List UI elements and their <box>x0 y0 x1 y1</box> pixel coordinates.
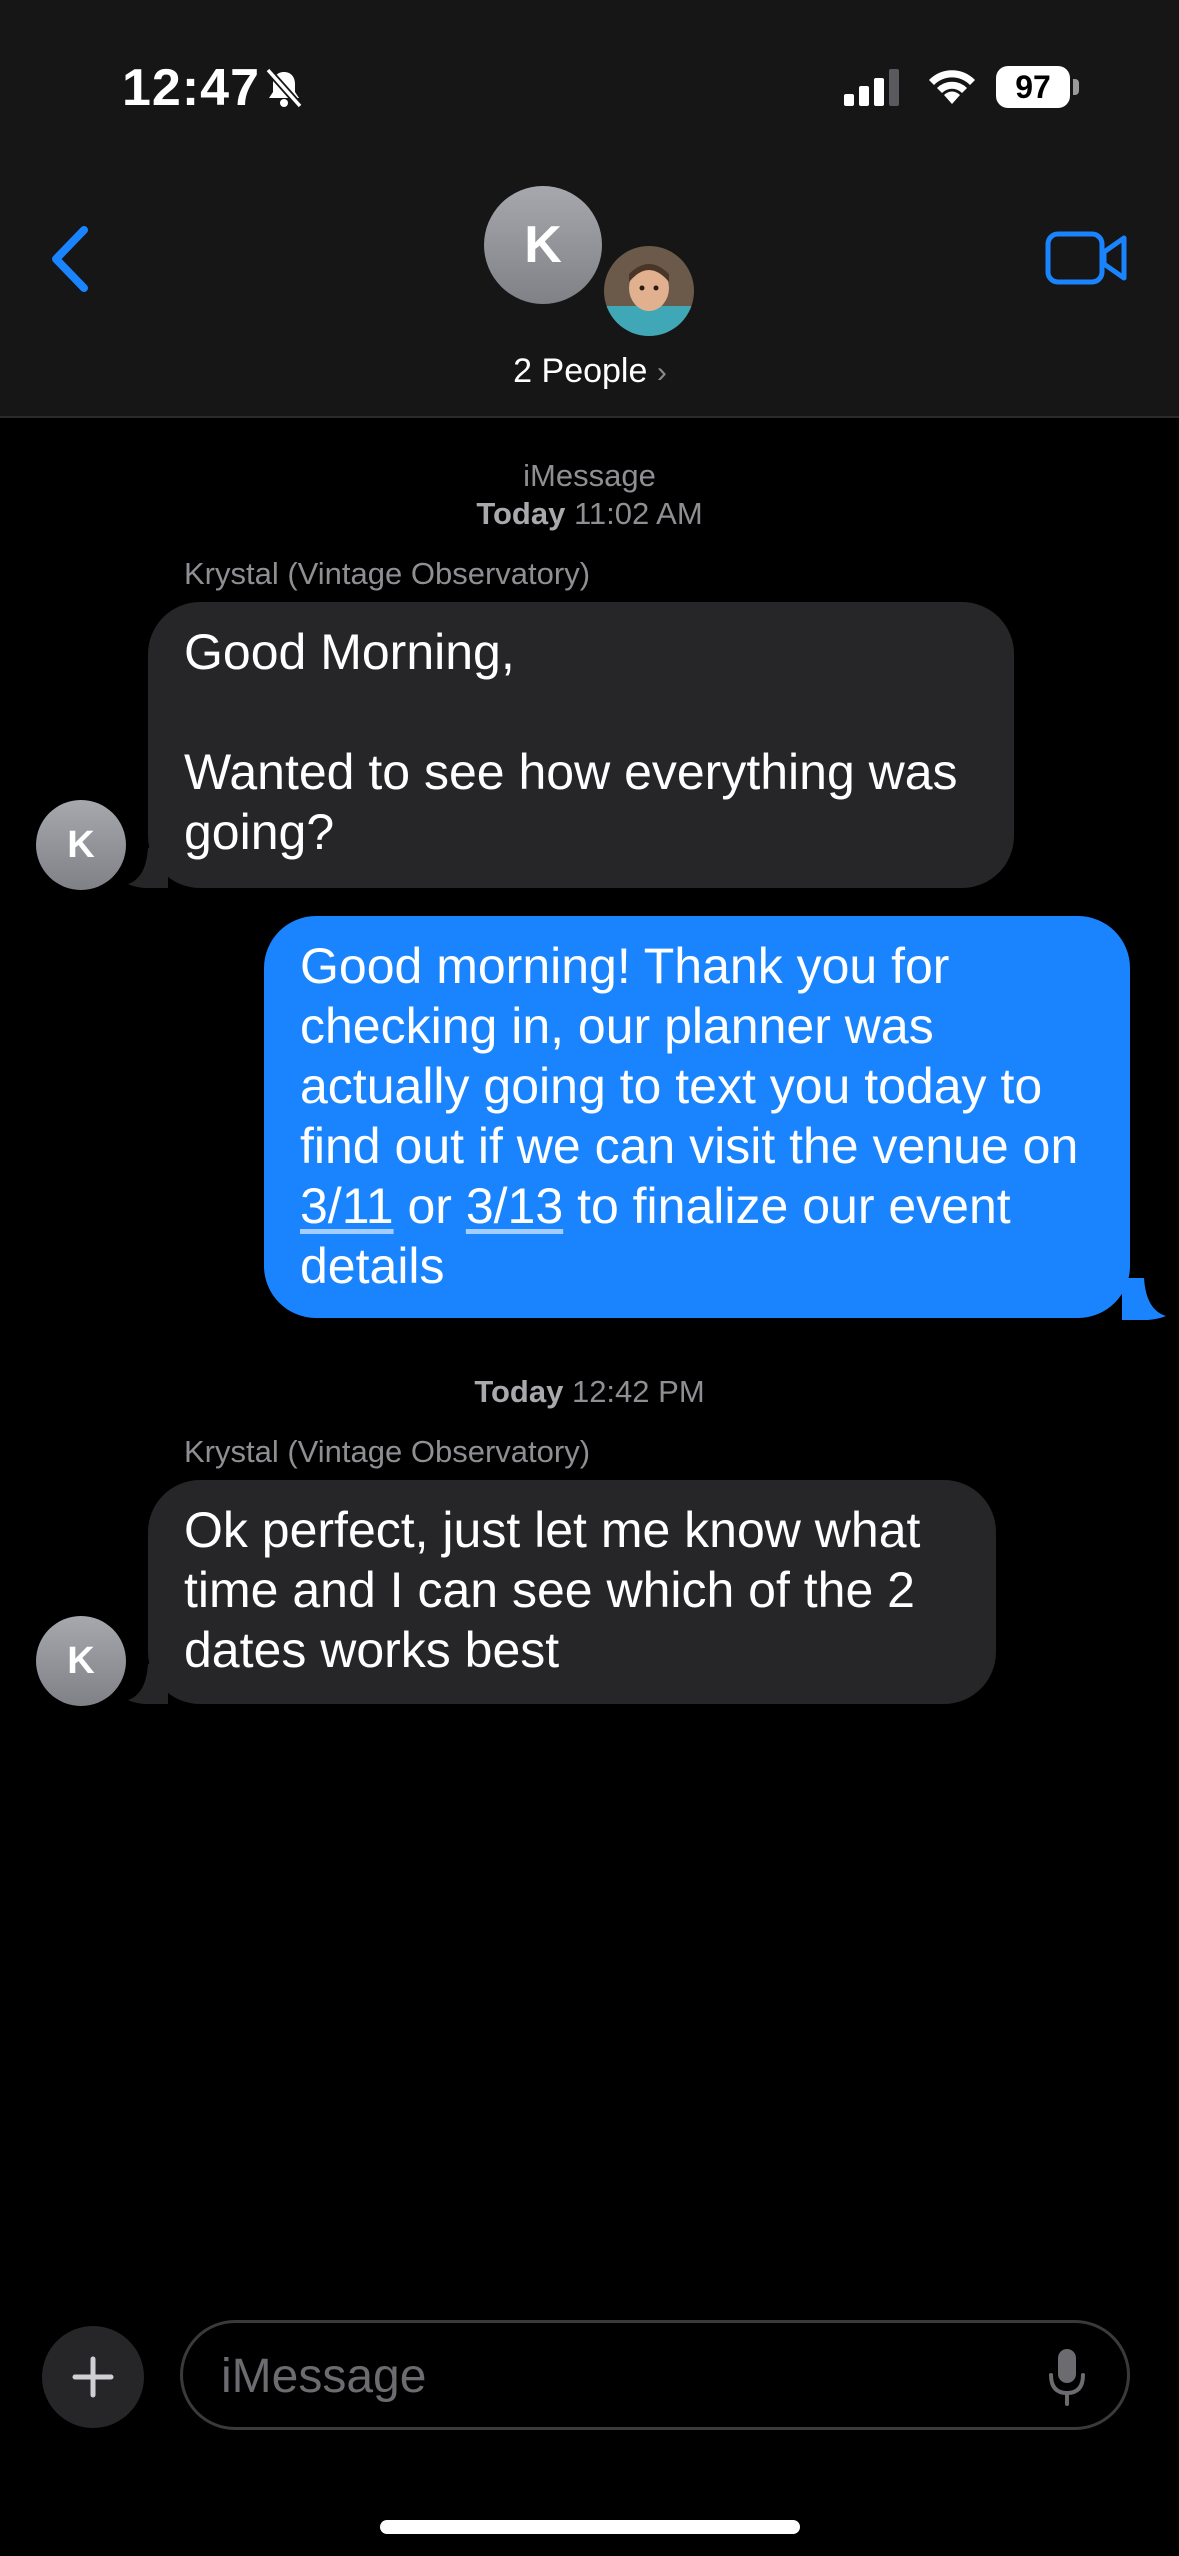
status-time: 12:47 <box>122 59 260 117</box>
timestamp-day: Today <box>474 1374 564 1409</box>
message-text: Wanted to see how everything was going? <box>184 744 958 860</box>
home-indicator[interactable] <box>380 2520 800 2534</box>
timestamp-time: 12:42 PM <box>571 1374 705 1409</box>
timestamp-day: Today <box>476 496 566 531</box>
back-chevron-icon[interactable] <box>46 224 94 294</box>
timestamp: Today 12:42 PM <box>0 1374 1179 1410</box>
people-count: 2 People <box>513 352 648 390</box>
bell-slash-icon <box>265 67 303 109</box>
date-link[interactable]: 3/11 <box>300 1178 394 1234</box>
message-bubble-incoming[interactable]: Good Morning, Wanted to see how everythi… <box>148 602 1014 888</box>
video-camera-icon[interactable] <box>1044 228 1128 288</box>
cellular-signal-icon <box>844 69 899 106</box>
sender-name: Krystal (Vintage Observatory) <box>184 1434 591 1469</box>
contact-photo-avatar[interactable] <box>604 246 694 336</box>
plus-icon <box>72 2356 114 2398</box>
header-divider <box>0 416 1179 418</box>
message-text: or <box>393 1178 466 1234</box>
group-members-button[interactable]: 2 People › <box>480 352 700 391</box>
date-link[interactable]: 3/13 <box>466 1178 563 1234</box>
message-input[interactable] <box>219 2343 1003 2409</box>
bubble-tail <box>1122 1278 1166 1320</box>
message-bubble-incoming[interactable]: Ok perfect, just let me know what time a… <box>148 1480 996 1704</box>
apps-plus-button[interactable] <box>42 2326 144 2428</box>
battery-level: 97 <box>996 66 1070 108</box>
message-composer[interactable] <box>180 2320 1130 2430</box>
sender-avatar[interactable]: K <box>36 1616 126 1706</box>
sender-name: Krystal (Vintage Observatory) <box>184 556 591 591</box>
service-label: iMessage <box>523 458 656 493</box>
group-avatar[interactable]: K <box>484 186 602 304</box>
message-text: Ok perfect, just let me know what time a… <box>184 1502 921 1678</box>
timestamp: Today 11:02 AM <box>0 496 1179 532</box>
message-text: Good morning! Thank you for checking in,… <box>300 938 1079 1174</box>
chevron-right-icon: › <box>656 356 667 389</box>
wifi-icon <box>929 70 975 104</box>
sender-avatar[interactable]: K <box>36 800 126 890</box>
message-bubble-outgoing[interactable]: Good morning! Thank you for checking in,… <box>264 916 1130 1318</box>
microphone-icon[interactable] <box>1047 2347 1087 2407</box>
timestamp-time: 11:02 AM <box>573 496 703 531</box>
message-text: Good Morning, <box>184 624 515 680</box>
battery-icon: 97 <box>996 66 1080 108</box>
